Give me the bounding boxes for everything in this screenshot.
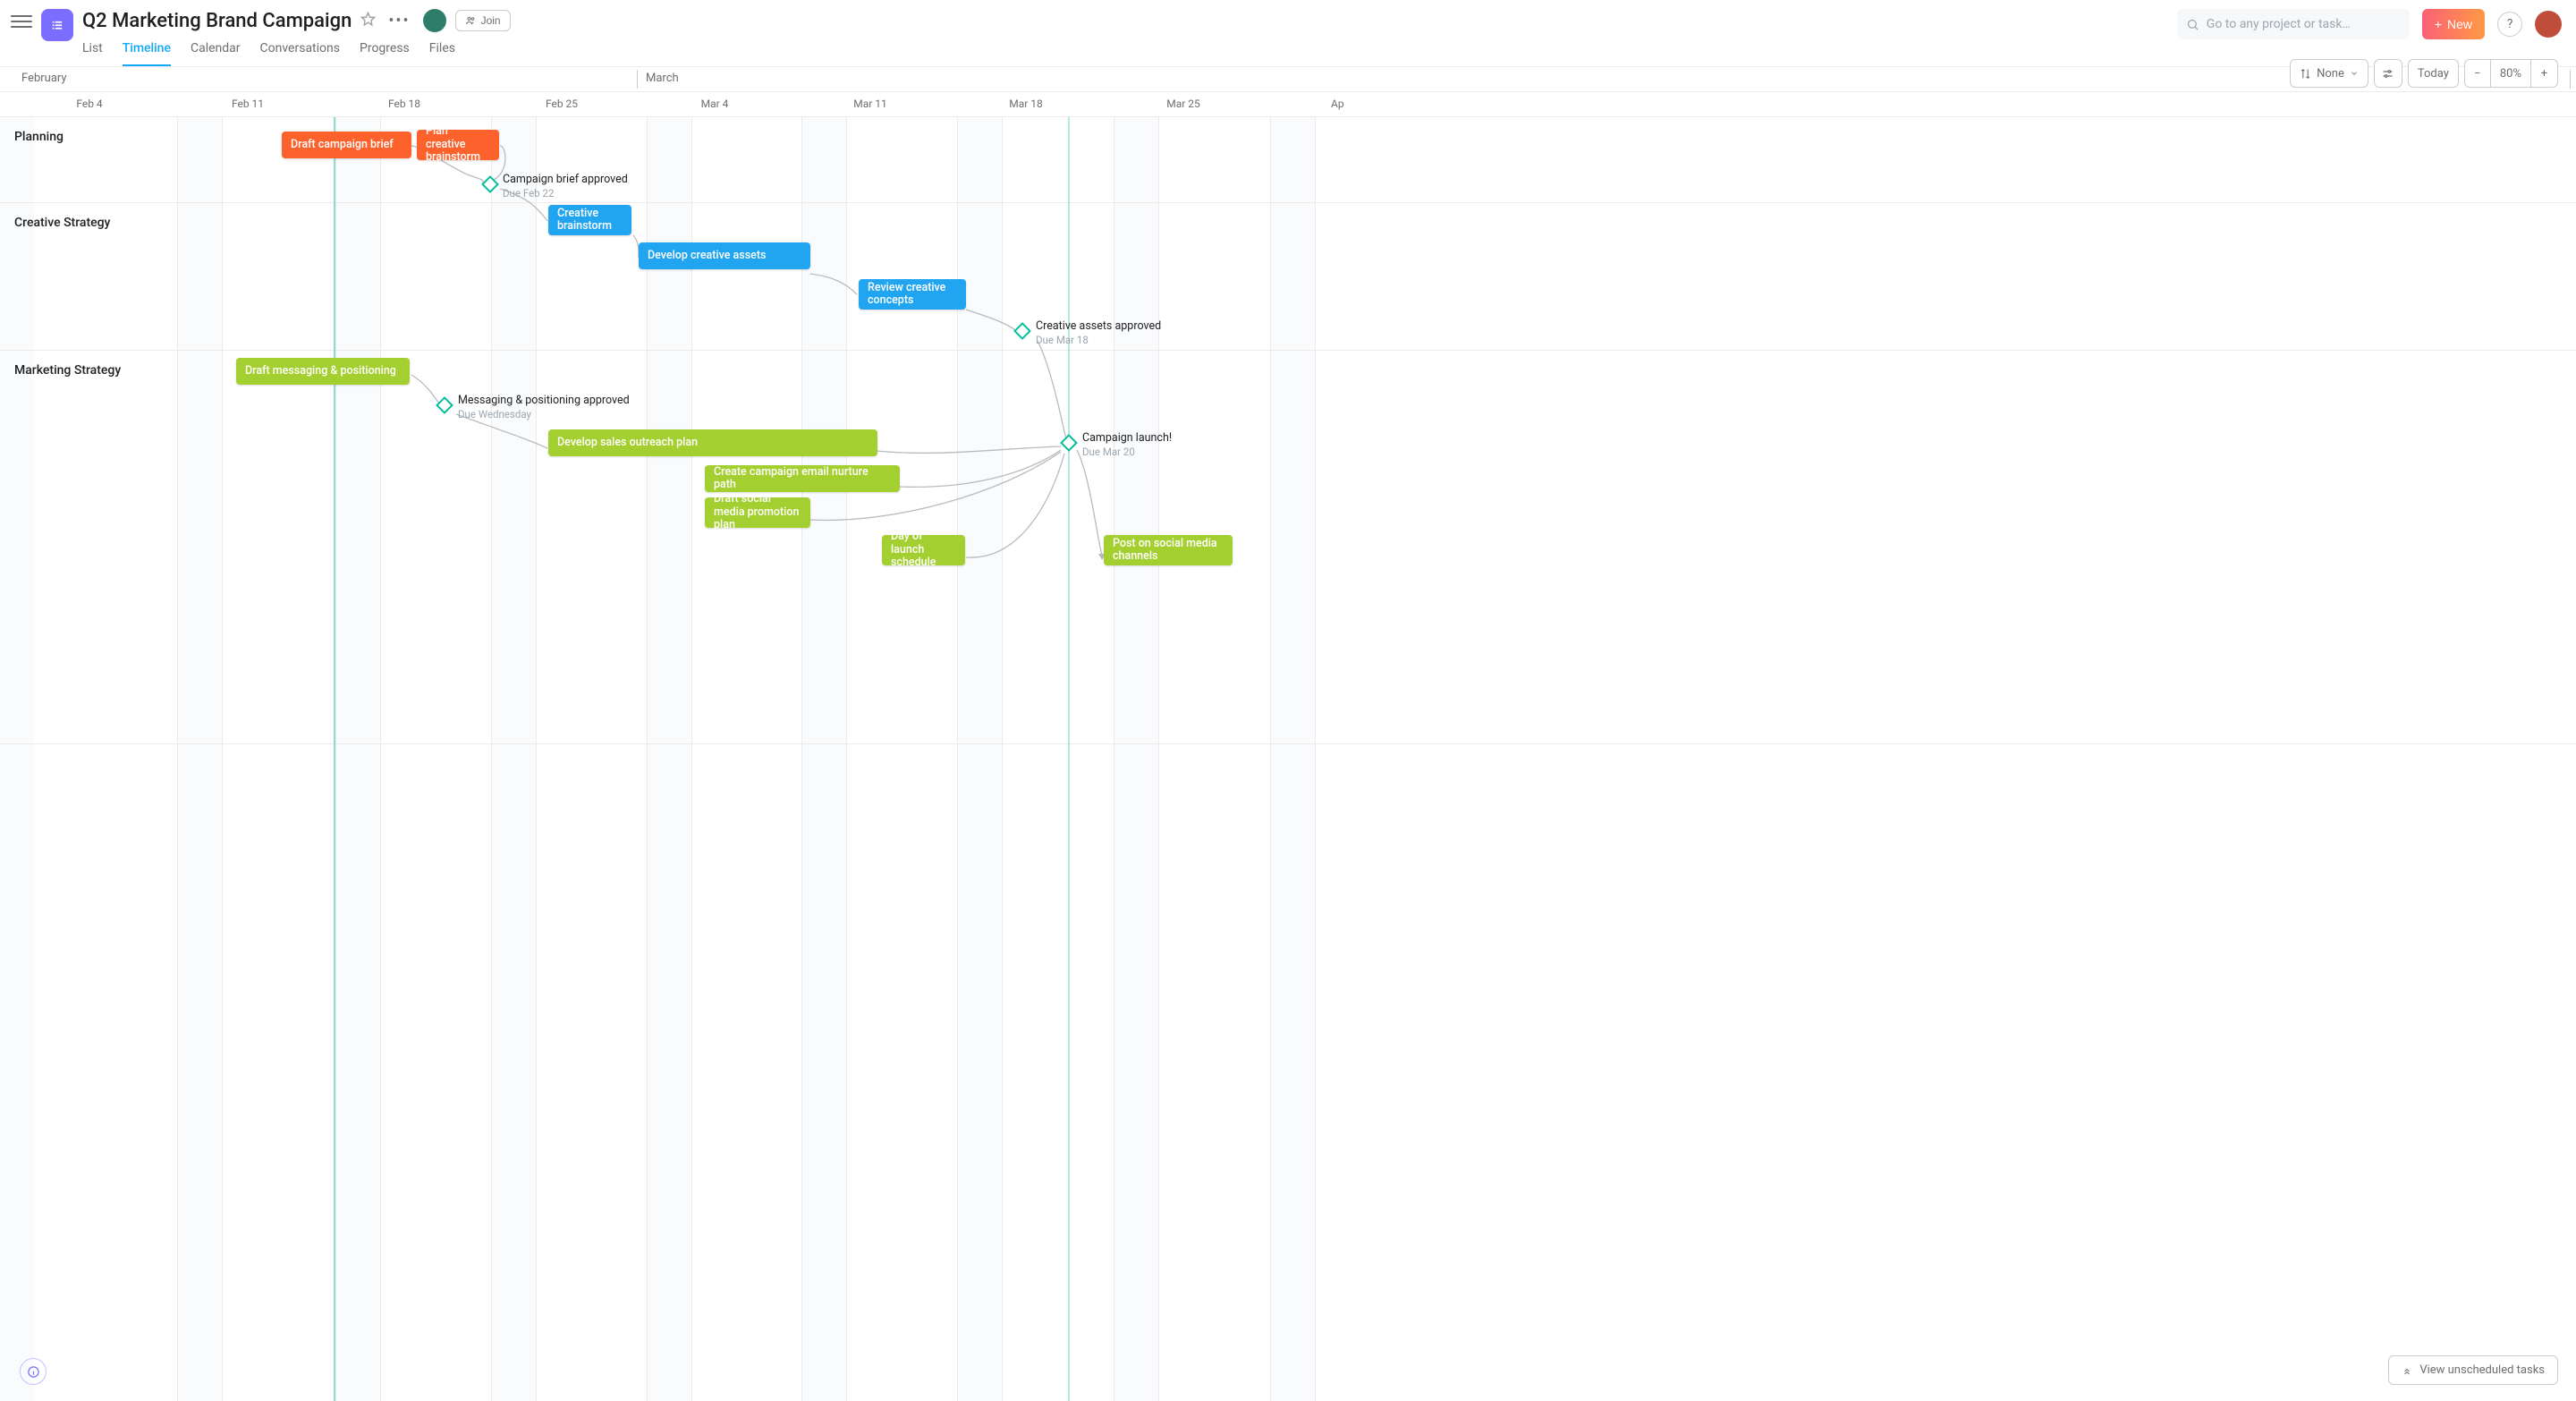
task-bar[interactable]: Create campaign email nurture path bbox=[705, 465, 900, 492]
week-label: Feb 4 bbox=[76, 98, 102, 110]
task-bar[interactable]: Develop creative assets bbox=[639, 242, 810, 269]
star-icon[interactable] bbox=[360, 12, 376, 30]
month-divider bbox=[2570, 70, 2571, 89]
week-label: Feb 18 bbox=[388, 98, 420, 110]
sliders-icon bbox=[2381, 67, 2394, 81]
filter-button[interactable] bbox=[2374, 59, 2402, 88]
milestone[interactable] bbox=[1060, 434, 1078, 452]
list-icon bbox=[51, 19, 64, 31]
tab-progress[interactable]: Progress bbox=[360, 36, 410, 66]
new-label: New bbox=[2447, 17, 2472, 31]
week-label: Ap bbox=[1331, 98, 1344, 110]
sort-icon bbox=[2300, 68, 2311, 80]
unscheduled-label: View unscheduled tasks bbox=[2419, 1363, 2545, 1377]
chevron-down-icon bbox=[2350, 69, 2359, 78]
section-label-marketing[interactable]: Marketing Strategy bbox=[14, 363, 121, 378]
unscheduled-tasks-button[interactable]: View unscheduled tasks bbox=[2388, 1355, 2558, 1385]
week-label: Mar 4 bbox=[701, 98, 729, 110]
week-label: Mar 25 bbox=[1166, 98, 1200, 110]
milestone-label: Creative assets approvedDue Mar 18 bbox=[1036, 319, 1161, 347]
join-button[interactable]: Join bbox=[455, 10, 511, 31]
milestone-label: Campaign launch!Due Mar 20 bbox=[1082, 431, 1172, 459]
task-bar[interactable]: Review creative concepts bbox=[859, 279, 966, 310]
task-bar[interactable]: Draft campaign brief bbox=[282, 132, 411, 158]
question-icon: ? bbox=[2507, 17, 2513, 31]
people-icon bbox=[465, 15, 476, 26]
plus-icon: + bbox=[2435, 17, 2442, 31]
user-avatar[interactable] bbox=[2535, 11, 2562, 38]
menu-toggle[interactable] bbox=[11, 9, 32, 30]
task-bar[interactable]: Creative brainstorm bbox=[548, 205, 631, 235]
sort-label: None bbox=[2317, 67, 2344, 81]
help-button[interactable]: ? bbox=[2497, 12, 2522, 37]
milestone[interactable] bbox=[481, 175, 499, 193]
tab-conversations[interactable]: Conversations bbox=[260, 36, 340, 66]
task-bar[interactable]: Draft messaging & positioning bbox=[236, 358, 410, 385]
week-label: Mar 18 bbox=[1009, 98, 1043, 110]
tab-calendar[interactable]: Calendar bbox=[191, 36, 241, 66]
milestone[interactable] bbox=[1013, 322, 1031, 340]
today-button[interactable]: Today bbox=[2408, 59, 2459, 88]
tab-timeline[interactable]: Timeline bbox=[123, 36, 171, 66]
task-bar[interactable]: Day of launch schedule bbox=[882, 535, 965, 565]
search-placeholder: Go to any project or task… bbox=[2207, 17, 2351, 31]
minus-icon: − bbox=[2474, 67, 2480, 81]
project-title[interactable]: Q2 Marketing Brand Campaign bbox=[82, 10, 352, 32]
month-divider bbox=[637, 70, 638, 89]
tab-list[interactable]: List bbox=[82, 36, 103, 66]
sort-button[interactable]: None bbox=[2290, 59, 2368, 88]
week-scale: Feb 4 Feb 11 Feb 18 Feb 25 Mar 4 Mar 11 … bbox=[0, 92, 2576, 117]
new-button[interactable]: + New bbox=[2422, 9, 2485, 39]
task-bar[interactable]: Draft social media promotion plan bbox=[705, 497, 810, 528]
milestone-label: Messaging & positioning approvedDue Wedn… bbox=[458, 394, 630, 421]
tab-files[interactable]: Files bbox=[429, 36, 455, 66]
info-icon bbox=[27, 1365, 40, 1379]
plus-icon: + bbox=[2541, 67, 2547, 81]
week-label: Mar 11 bbox=[853, 98, 887, 110]
global-search[interactable]: Go to any project or task… bbox=[2177, 9, 2410, 39]
zoom-level[interactable]: 80% bbox=[2491, 59, 2531, 88]
timeline-grid[interactable]: Planning Draft campaign brief Plan creat… bbox=[0, 117, 2576, 1401]
task-bar[interactable]: Plan creative brainstorm bbox=[417, 130, 499, 160]
section-label-planning[interactable]: Planning bbox=[14, 130, 64, 144]
milestone[interactable] bbox=[436, 396, 453, 414]
section-label-creative[interactable]: Creative Strategy bbox=[14, 216, 110, 230]
info-button[interactable] bbox=[20, 1358, 47, 1385]
milestone-label: Campaign brief approvedDue Feb 22 bbox=[503, 173, 628, 200]
member-avatar[interactable] bbox=[423, 9, 446, 32]
zoom-in-button[interactable]: + bbox=[2531, 59, 2558, 88]
month-label: March bbox=[646, 72, 679, 85]
zoom-out-button[interactable]: − bbox=[2464, 59, 2491, 88]
more-actions-icon[interactable]: ••• bbox=[385, 12, 413, 30]
search-icon bbox=[2186, 18, 2199, 31]
month-label: February bbox=[21, 72, 67, 85]
month-scale: February March bbox=[0, 67, 2576, 92]
project-icon[interactable] bbox=[41, 9, 73, 41]
task-bar[interactable]: Develop sales outreach plan bbox=[548, 429, 877, 456]
join-label: Join bbox=[481, 14, 501, 27]
week-label: Feb 11 bbox=[232, 98, 264, 110]
task-bar[interactable]: Post on social media channels bbox=[1104, 535, 1233, 565]
chevrons-up-icon bbox=[2402, 1365, 2412, 1376]
week-label: Feb 25 bbox=[546, 98, 578, 110]
